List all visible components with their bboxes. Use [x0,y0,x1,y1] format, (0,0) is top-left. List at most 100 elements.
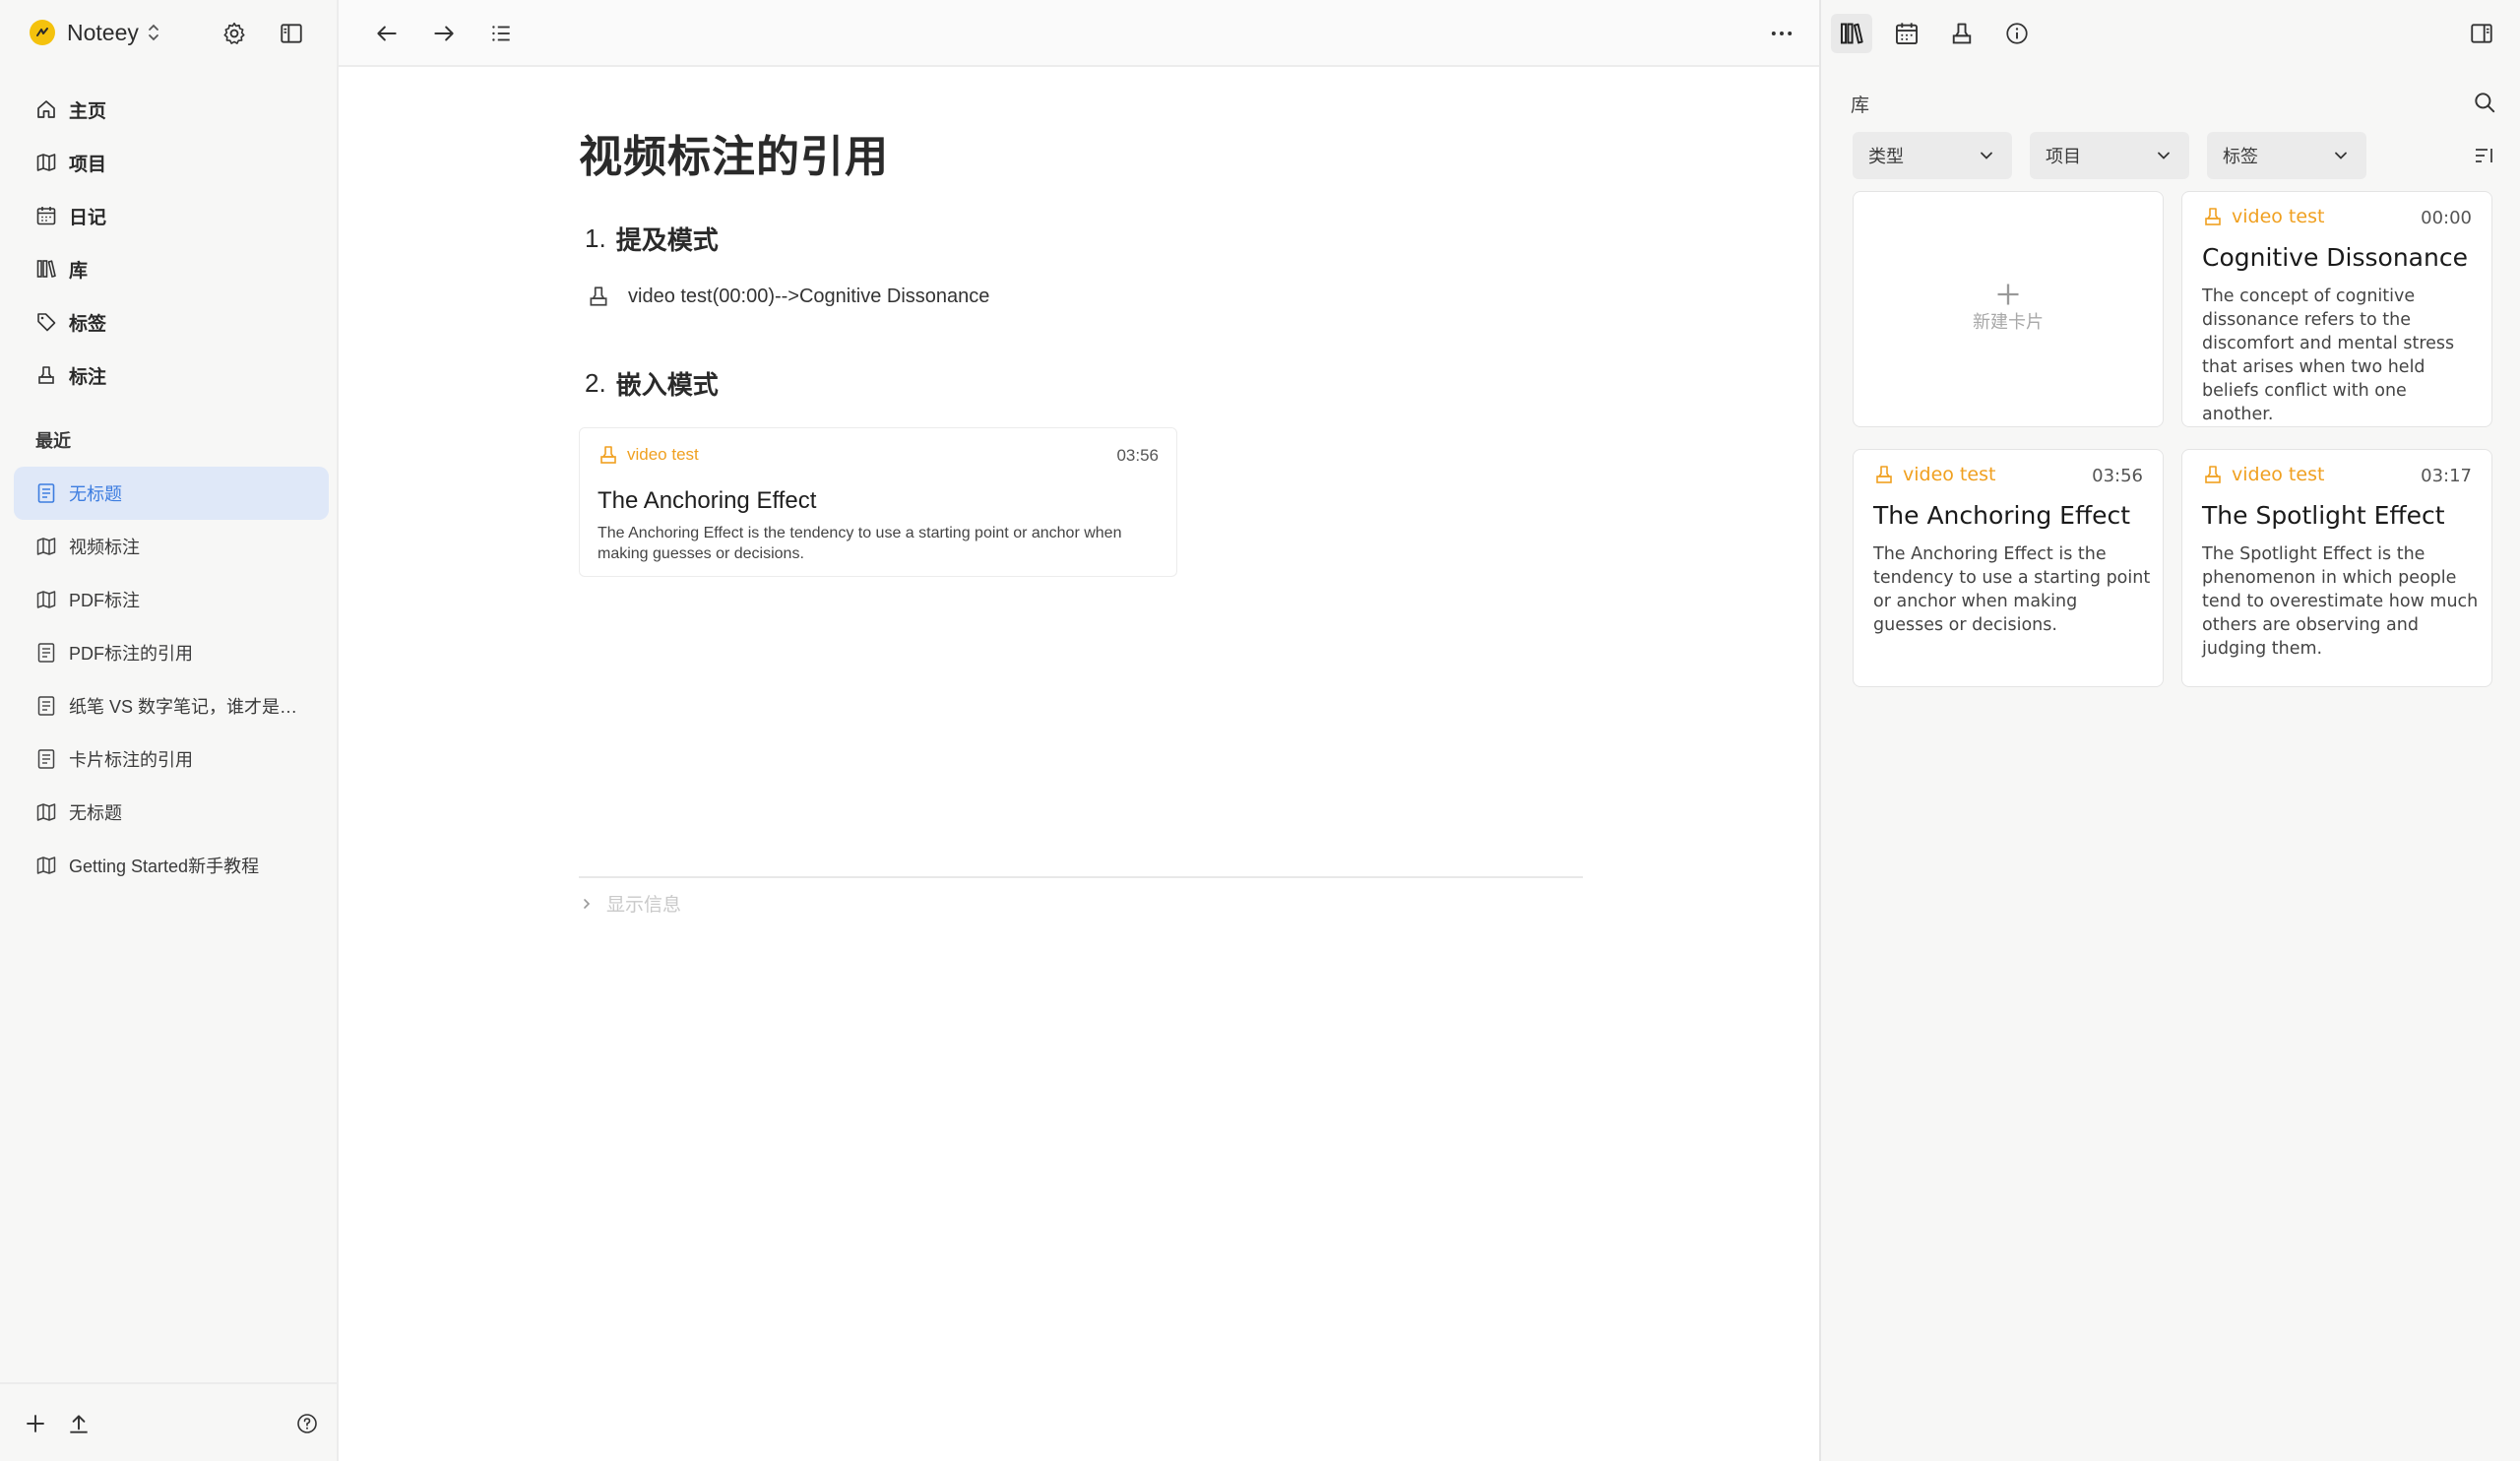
nav-item-journal[interactable]: 日记 [14,189,329,242]
recent-item-label: PDF标注的引用 [69,644,193,664]
divider [579,876,1583,878]
annotation-card[interactable]: video test 03:56 The Anchoring Effect Th… [1853,449,2164,687]
chevron-down-icon [2154,146,2174,165]
card-timestamp: 03:56 [2092,466,2143,486]
filter-project-dropdown[interactable]: 项目 [2030,132,2189,179]
document-title[interactable]: 视频标注的引用 [579,118,1583,197]
nav-item-tags[interactable]: 标签 [14,295,329,349]
sidebar-header: Noteey [0,0,337,65]
nav-item-library[interactable]: 库 [14,242,329,295]
heading-text: 嵌入模式 [615,370,719,400]
document-body[interactable]: 视频标注的引用 1. 提及模式 video test(00:00)-->Cogn… [579,118,1583,577]
tag-icon [35,311,57,333]
recent-item-label: PDF标注 [69,591,140,610]
sidebar-footer [0,1382,337,1461]
card-timestamp: 03:56 [1116,446,1159,465]
show-info-label: 显示信息 [606,895,682,916]
toggle-sidebar-icon[interactable] [276,18,307,49]
heading-number: 1. [585,223,606,253]
annotation-mention[interactable]: video test(00:00)-->Cognitive Dissonance [579,279,1583,314]
forward-arrow-icon[interactable] [427,17,461,50]
nav-item-label: 库 [69,260,89,282]
nav-item-home[interactable]: 主页 [14,83,329,136]
tab-annotations[interactable] [1941,14,1983,53]
card-body: The Spotlight Effect is the phenomenon i… [2202,544,2479,659]
card-source-label: video test [2232,464,2325,485]
highlighter-icon [1949,21,1975,46]
heading-number: 2. [585,368,606,398]
tab-calendar[interactable] [1886,14,1927,53]
recent-item[interactable]: 无标题 [14,467,329,520]
filter-label: 项目 [2046,147,2081,166]
workspace-switcher[interactable]: Noteey [30,16,160,49]
recent-item-label: Getting Started新手教程 [69,857,260,876]
filter-type-dropdown[interactable]: 类型 [1853,132,2012,179]
sort-icon[interactable] [2469,140,2500,171]
embedded-annotation-card[interactable]: video test 03:56 The Anchoring Effect Th… [579,427,1177,577]
new-card-button[interactable]: 新建卡片 [1853,191,2164,427]
recent-item-label: 卡片标注的引用 [69,750,193,770]
search-icon[interactable] [2469,87,2500,118]
nav-item-label: 项目 [69,154,107,175]
tab-library[interactable] [1831,14,1872,53]
card-timestamp: 03:17 [2421,466,2472,486]
recent-item[interactable]: PDF标注 [14,573,329,626]
card-source: video test [2202,464,2324,485]
card-title: Cognitive Dissonance [2202,243,2468,272]
toggle-right-panel-icon[interactable] [2461,14,2502,53]
recent-item[interactable]: PDF标注的引用 [14,626,329,679]
heading-text: 提及模式 [615,225,719,255]
library-icon [35,258,57,280]
section-heading[interactable]: 1. 提及模式 [579,221,1583,257]
card-timestamp: 00:00 [2421,208,2472,228]
editor-toolbar [339,0,1819,67]
nav-item-label: 标签 [69,313,107,335]
filter-tag-dropdown[interactable]: 标签 [2207,132,2366,179]
add-icon[interactable] [20,1408,51,1439]
highlighter-icon [1873,464,1895,485]
nav-item-label: 标注 [69,366,107,388]
back-arrow-icon[interactable] [370,17,404,50]
card-source: video test [1873,464,1995,485]
plus-icon [1994,281,2022,308]
nav-item-projects[interactable]: 项目 [14,136,329,189]
nav-item-annotations[interactable]: 标注 [14,349,329,402]
nav-item-label: 日记 [69,207,107,228]
workspace-name: Noteey [67,19,139,45]
recent-item-label: 视频标注 [69,538,140,557]
chevron-down-icon [1977,146,1996,165]
outline-list-icon[interactable] [484,17,518,50]
section-heading[interactable]: 2. 嵌入模式 [579,365,1583,402]
document-icon [35,642,57,664]
recent-item[interactable]: 纸笔 VS 数字笔记，谁才是最佳选择 [14,679,329,732]
chevron-down-icon [2331,146,2351,165]
recent-item[interactable]: 卡片标注的引用 [14,732,329,786]
library-icon [1839,21,1864,46]
highlighter-icon [2202,464,2224,485]
highlighter-icon [35,364,57,386]
highlighter-icon [598,444,619,466]
settings-gear-icon[interactable] [219,18,250,49]
card-source-label: video test [627,445,699,464]
recent-item[interactable]: Getting Started新手教程 [14,839,329,892]
right-panel-toolbar [1821,0,2520,67]
chevron-up-down-icon [147,22,160,43]
help-icon[interactable] [291,1408,323,1439]
recent-list: 无标题 视频标注 PDF标注 PDF标注的引用 纸笔 VS 数字笔记，谁才是最佳… [14,467,329,892]
annotation-card[interactable]: video test 00:00 Cognitive Dissonance Th… [2181,191,2492,427]
recent-item-label: 纸笔 VS 数字笔记，谁才是最佳选择 [69,697,315,717]
show-info-toggle[interactable]: 显示信息 [581,890,681,917]
recent-item[interactable]: 无标题 [14,786,329,839]
tab-info[interactable] [1996,14,2038,53]
card-source: video test [598,444,699,466]
new-card-label: 新建卡片 [1973,312,2044,332]
upload-icon[interactable] [63,1408,94,1439]
card-title: The Spotlight Effect [2202,501,2445,530]
info-icon [2004,21,2030,46]
recent-item[interactable]: 视频标注 [14,520,329,573]
map-icon [35,589,57,610]
annotation-card[interactable]: video test 03:17 The Spotlight Effect Th… [2181,449,2492,687]
more-options-icon[interactable] [1765,17,1798,50]
recent-section-label: 最近 [35,431,71,451]
card-body: The concept of cognitive dissonance refe… [2202,286,2455,424]
